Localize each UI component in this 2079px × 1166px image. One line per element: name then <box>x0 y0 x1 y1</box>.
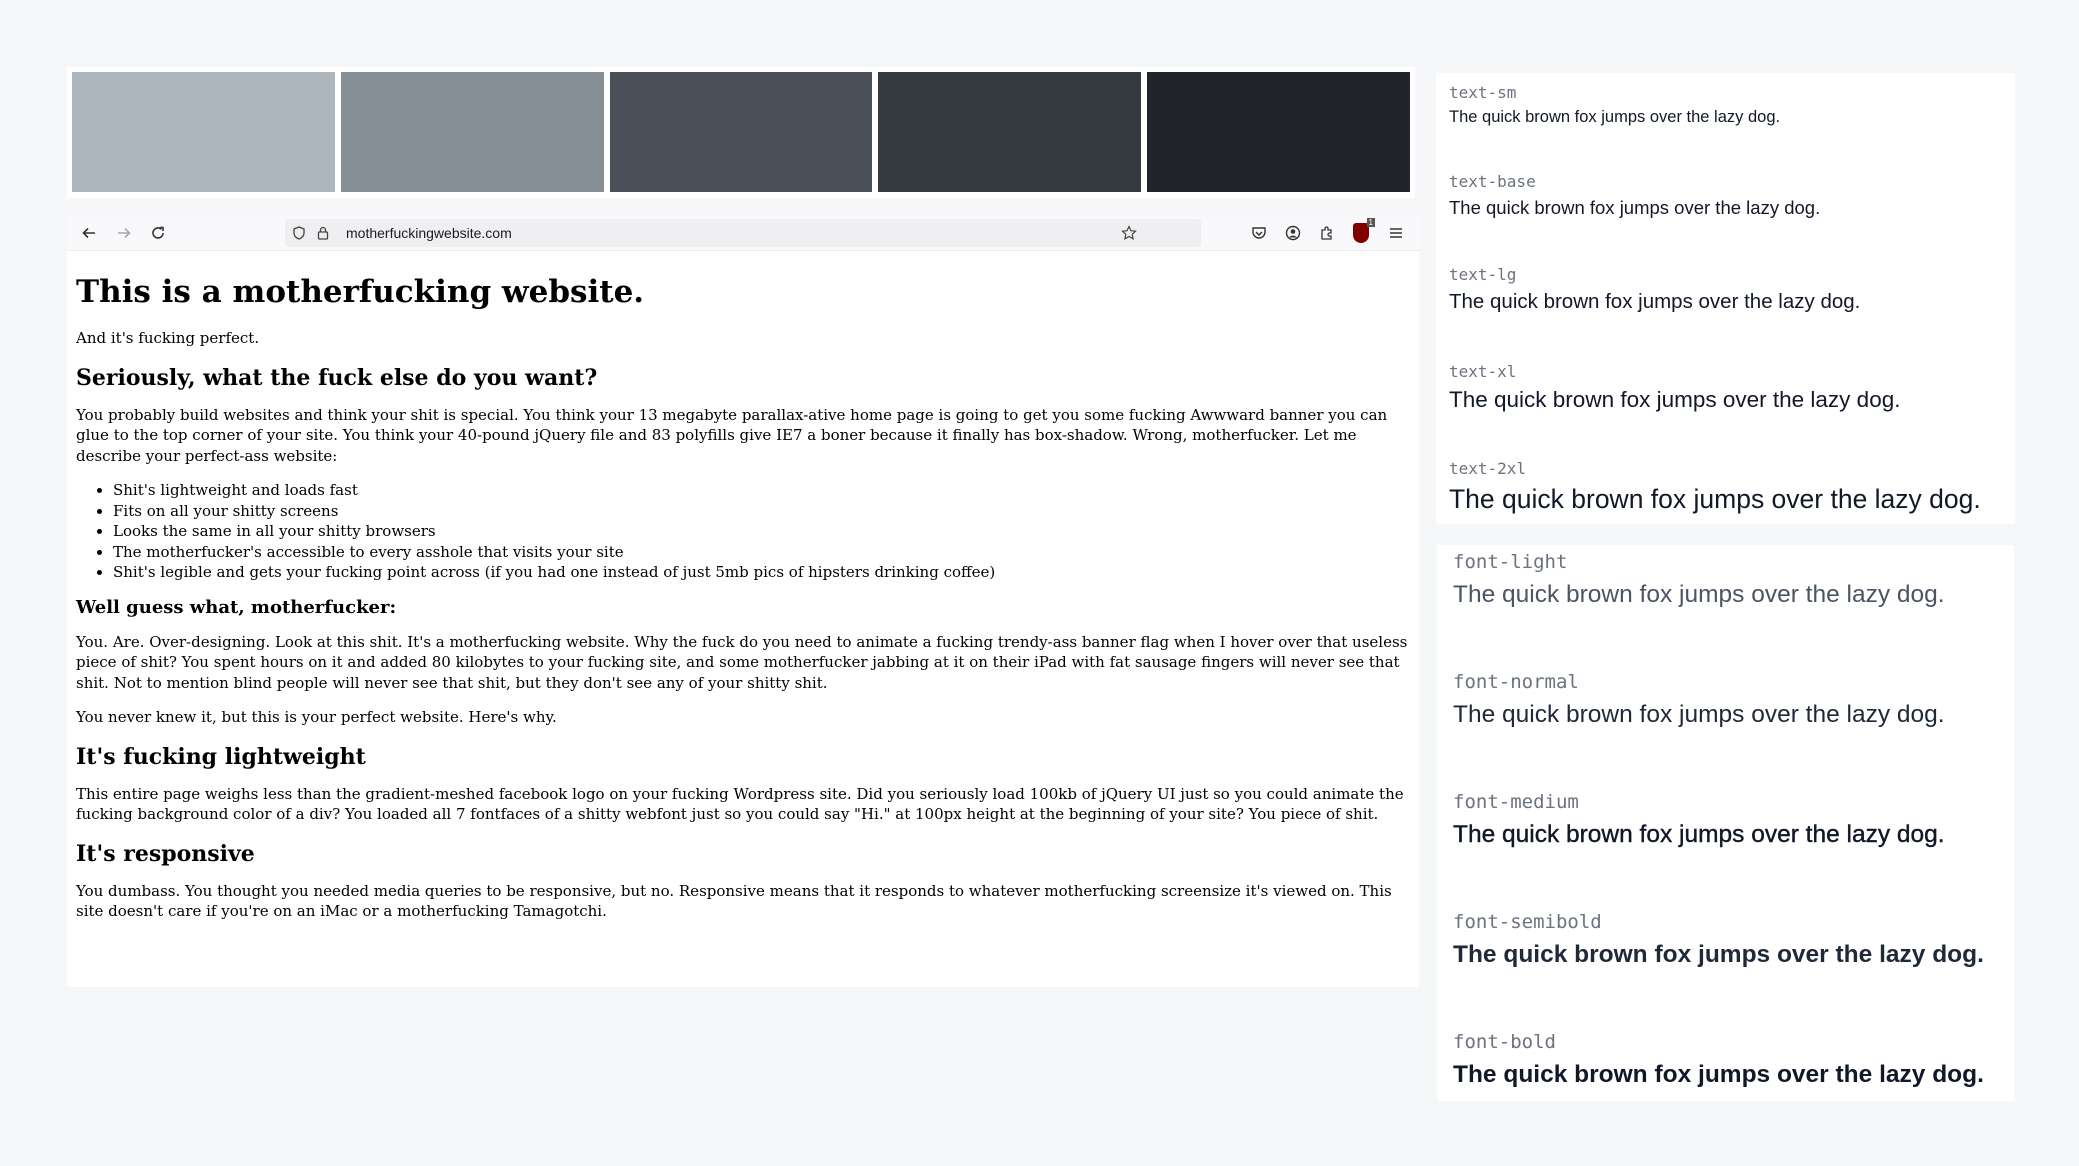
sample-label: text-xl <box>1449 362 1517 381</box>
sample-text: The quick brown fox jumps over the lazy … <box>1449 484 1981 514</box>
lock-icon[interactable] <box>312 219 334 247</box>
sample-label: text-base <box>1449 172 1536 191</box>
extension-badge-count: 1 <box>1366 218 1375 227</box>
feature-list: Shit's lightweight and loads fast Fits o… <box>113 480 1411 583</box>
url-text[interactable]: motherfuckingwebsite.com <box>346 225 512 241</box>
font-size-panel: text-sm The quick brown fox jumps over t… <box>1436 73 2015 524</box>
sample-label: text-lg <box>1449 265 1517 284</box>
sub-heading: Well guess what, motherfucker: <box>76 596 397 618</box>
sample-label: font-semibold <box>1453 911 1602 933</box>
font-weight-sample: font-light The quick brown fox jumps ove… <box>1453 550 1945 612</box>
section-heading: It's fucking lightweight <box>76 743 366 770</box>
gray-swatch-3 <box>609 72 873 192</box>
list-item: Looks the same in all your shitty browse… <box>113 521 1411 542</box>
sample-text: The quick brown fox jumps over the lazy … <box>1453 821 1945 848</box>
reload-icon[interactable] <box>144 215 172 251</box>
address-bar[interactable]: motherfuckingwebsite.com <box>285 219 1201 247</box>
pocket-icon[interactable] <box>1245 215 1273 251</box>
paragraph: You dumbass. You thought you needed medi… <box>76 881 1392 921</box>
font-size-sample: text-xl The quick brown fox jumps over t… <box>1449 362 1900 416</box>
font-weight-sample: font-semibold The quick brown fox jumps … <box>1453 910 1984 972</box>
browser-toolbar: motherfuckingwebsite.com 1 <box>67 215 1419 251</box>
font-weight-sample: font-bold The quick brown fox jumps over… <box>1453 1030 1984 1092</box>
paragraph: You. Are. Over-designing. Look at this s… <box>76 632 1408 692</box>
font-size-sample: text-2xl The quick brown fox jumps over … <box>1449 459 1981 517</box>
sample-label: text-2xl <box>1449 459 1527 478</box>
ublock-extension-icon[interactable]: 1 <box>1347 215 1375 251</box>
font-size-sample: text-lg The quick brown fox jumps over t… <box>1449 265 1860 317</box>
web-page-content: This is a motherfucking website. And it'… <box>67 251 1419 922</box>
list-item: Fits on all your shitty screens <box>113 501 1411 522</box>
section-heading: Seriously, what the fuck else do you wan… <box>76 364 598 391</box>
sample-text: The quick brown fox jumps over the lazy … <box>1453 941 1984 968</box>
sample-text: The quick brown fox jumps over the lazy … <box>1449 197 1821 218</box>
tagline: And it's fucking perfect. <box>76 329 260 347</box>
font-size-sample: text-sm The quick brown fox jumps over t… <box>1449 83 1780 129</box>
gray-swatch-5 <box>1147 72 1410 192</box>
font-weight-sample: font-normal The quick brown fox jumps ov… <box>1453 670 1945 732</box>
color-swatch-strip <box>67 67 1415 198</box>
gray-swatch-1 <box>72 72 335 192</box>
sample-text: The quick brown fox jumps over the lazy … <box>1453 581 1945 608</box>
hamburger-menu-icon[interactable] <box>1382 215 1410 251</box>
back-arrow-icon[interactable] <box>75 215 103 251</box>
list-item: The motherfucker's accessible to every a… <box>113 542 1411 563</box>
sample-text: The quick brown fox jumps over the lazy … <box>1449 387 1901 412</box>
list-item: Shit's lightweight and loads fast <box>113 480 1411 501</box>
browser-window: motherfuckingwebsite.com 1 This is a mot… <box>67 215 1419 987</box>
sample-label: font-normal <box>1453 671 1579 693</box>
sample-text: The quick brown fox jumps over the lazy … <box>1449 108 1781 126</box>
list-item: Shit's legible and gets your fucking poi… <box>113 562 1411 583</box>
bookmark-star-icon[interactable] <box>1118 219 1140 247</box>
gray-swatch-4 <box>878 72 1142 192</box>
font-size-sample: text-base The quick brown fox jumps over… <box>1449 172 1820 222</box>
paragraph: You never knew it, but this is your perf… <box>76 708 557 726</box>
paragraph: This entire page weighs less than the gr… <box>76 784 1404 824</box>
sample-text: The quick brown fox jumps over the lazy … <box>1449 290 1861 313</box>
font-weight-sample: font-medium The quick brown fox jumps ov… <box>1453 790 1945 852</box>
sample-label: text-sm <box>1449 83 1517 102</box>
sample-text: The quick brown fox jumps over the lazy … <box>1453 1061 1984 1088</box>
account-icon[interactable] <box>1279 215 1307 251</box>
tracking-shield-icon[interactable] <box>288 219 310 247</box>
gray-swatch-2 <box>340 72 604 192</box>
section-heading: It's responsive <box>76 840 255 867</box>
forward-arrow-icon[interactable] <box>110 215 138 251</box>
sample-label: font-light <box>1453 551 1568 573</box>
sample-label: font-medium <box>1453 791 1579 813</box>
font-weight-panel: font-light The quick brown fox jumps ove… <box>1437 545 2014 1101</box>
extensions-puzzle-icon[interactable] <box>1313 215 1341 251</box>
sample-label: font-bold <box>1453 1031 1556 1053</box>
sample-text: The quick brown fox jumps over the lazy … <box>1453 701 1945 728</box>
page-title: This is a motherfucking website. <box>76 274 645 310</box>
paragraph: You probably build websites and think yo… <box>76 405 1388 465</box>
